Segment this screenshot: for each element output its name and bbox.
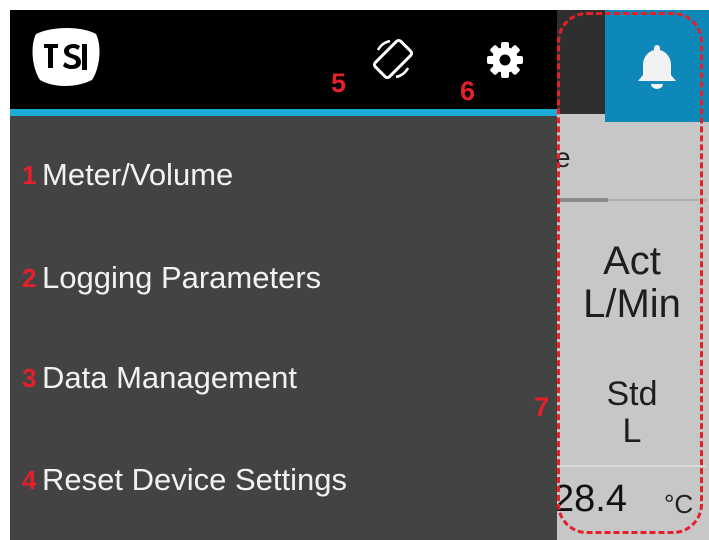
menu-item-label: Data Management xyxy=(42,360,298,395)
screen-rotation-icon xyxy=(370,38,416,86)
callout-6: 6 xyxy=(460,76,476,106)
callout-5: 5 xyxy=(331,68,347,98)
drawer-header: 5 6 xyxy=(10,10,557,109)
highlight-outline xyxy=(557,12,703,534)
callout-7: 7 xyxy=(534,392,550,422)
screen: e Act L/Min Std L 28.4 °C 5 6 1 Meter/Vo… xyxy=(0,0,709,540)
gear-icon xyxy=(485,42,525,84)
menu-item-logging-parameters[interactable]: 2 Logging Parameters xyxy=(10,238,557,318)
navigation-drawer: 5 6 1 Meter/Volume 2 Logging Parameters … xyxy=(10,10,557,540)
menu-item-reset-device-settings[interactable]: 4 Reset Device Settings xyxy=(10,440,557,520)
callout-2: 2 xyxy=(22,262,37,293)
settings-button[interactable] xyxy=(485,40,525,80)
screen-rotation-button[interactable] xyxy=(370,36,416,82)
menu-item-meter-volume[interactable]: 1 Meter/Volume xyxy=(10,135,557,215)
menu-item-label: Meter/Volume xyxy=(42,157,234,192)
menu-item-label: Logging Parameters xyxy=(42,260,322,295)
menu-item-label: Reset Device Settings xyxy=(42,462,347,497)
callout-1: 1 xyxy=(22,159,37,190)
callout-4: 4 xyxy=(22,464,37,495)
menu-item-data-management[interactable]: 3 Data Management xyxy=(10,338,557,418)
header-accent-bar xyxy=(10,109,557,116)
callout-3: 3 xyxy=(22,362,37,393)
tsi-logo xyxy=(30,26,102,88)
